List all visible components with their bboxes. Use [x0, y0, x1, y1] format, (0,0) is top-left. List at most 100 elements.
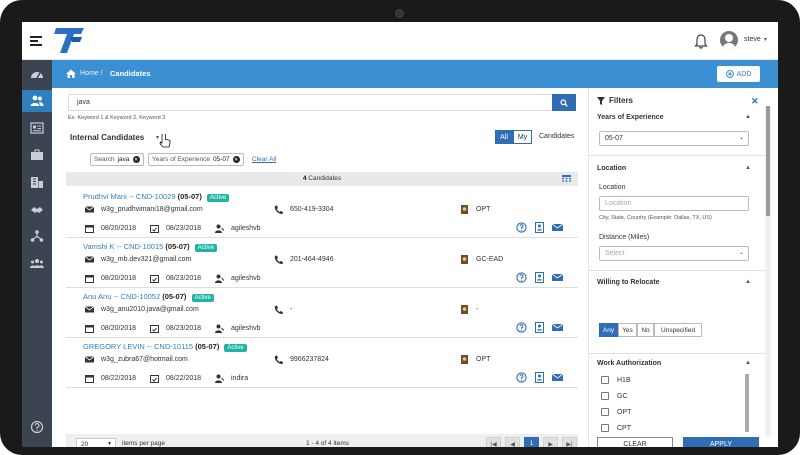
work-auth-option[interactable]: H1B	[601, 375, 631, 385]
checkbox[interactable]	[601, 392, 609, 400]
home-icon[interactable]	[66, 69, 76, 78]
email-action-icon[interactable]	[552, 322, 563, 333]
user-name[interactable]: steve	[744, 36, 761, 43]
work-auth-option[interactable]: CPT	[601, 423, 631, 433]
last-page-button[interactable]: ▶|	[562, 437, 577, 447]
divider	[589, 353, 765, 354]
add-candidate-button[interactable]: ADD	[717, 66, 760, 82]
resume-icon[interactable]	[534, 222, 545, 233]
experience-select[interactable]: 05-07 ⌄	[599, 131, 749, 146]
resume-icon[interactable]	[534, 272, 545, 283]
close-filters-icon[interactable]: ✕	[751, 96, 759, 107]
dashboard-icon[interactable]	[22, 64, 52, 86]
work-auth-scrollbar[interactable]	[745, 374, 749, 432]
filter-my-button[interactable]: My	[513, 130, 532, 144]
candidate-name-link[interactable]: Prudhvi Mani -- CND-10029	[83, 192, 176, 201]
first-page-button[interactable]: |◀	[486, 437, 501, 447]
relocate-any-button[interactable]: Any	[599, 323, 618, 337]
checkbox[interactable]	[601, 376, 609, 384]
chevron-up-icon[interactable]: ▲	[745, 360, 751, 366]
internal-candidates-title[interactable]: Internal Candidates	[70, 133, 144, 142]
work-auth-option[interactable]: OPT	[601, 407, 631, 417]
user-owner-icon	[215, 324, 224, 333]
work-auth-label: GC	[617, 392, 628, 400]
scrollbar-thumb[interactable]	[766, 106, 770, 216]
resume-icon[interactable]	[534, 322, 545, 333]
question-circle-icon[interactable]	[516, 322, 527, 333]
candidate-name-link[interactable]: GREGORY LEVIN -- CND-10115	[83, 342, 193, 351]
users-icon[interactable]	[22, 90, 52, 112]
phone-icon	[274, 355, 283, 364]
columns-icon[interactable]	[562, 175, 571, 183]
email-action-icon[interactable]	[552, 372, 563, 383]
work-auth-option[interactable]: GC	[601, 391, 628, 401]
chevron-up-icon[interactable]: ▲	[745, 165, 751, 171]
owner-name: agileshvb	[231, 275, 261, 282]
relocate-no-button[interactable]: No	[637, 323, 654, 337]
id-card-icon[interactable]	[22, 117, 52, 139]
remove-chip-icon[interactable]: ✕	[232, 156, 240, 163]
handshake-icon[interactable]	[22, 198, 52, 220]
app-logo[interactable]	[54, 25, 88, 55]
clear-all-link[interactable]: Clear All	[252, 156, 276, 163]
breadcrumb-home-link[interactable]: Home /	[80, 70, 103, 77]
candidate-experience: (05-07)	[195, 342, 220, 351]
candidate-name-link[interactable]: Anu Anu -- CND-10052	[83, 292, 160, 301]
candidate-name-line: Anu Anu -- CND-10052 (05-07) Active	[83, 292, 214, 302]
next-page-button[interactable]: ▶	[543, 437, 558, 447]
calendar-check-icon	[150, 225, 159, 233]
candidate-visa: GC-EAD	[476, 256, 504, 263]
building-icon[interactable]	[22, 171, 52, 193]
hierarchy-icon[interactable]	[22, 225, 52, 247]
candidate-name-link[interactable]: Vamshi K -- CND-10015	[83, 242, 163, 251]
question-circle-icon[interactable]	[516, 272, 527, 283]
question-circle-icon[interactable]	[516, 372, 527, 383]
calendar-icon	[85, 375, 94, 383]
apply-filters-button[interactable]: APPLY	[683, 437, 759, 447]
search-button[interactable]	[552, 94, 576, 111]
resume-icon[interactable]	[534, 372, 545, 383]
location-hint: City, State, Country (Example: Dallas, T…	[599, 215, 712, 221]
candidate-email: w3g_mb.dev321@gmail.com	[101, 256, 192, 263]
search-input[interactable]: java	[68, 94, 552, 111]
items-per-page-select[interactable]: 20 ▼	[76, 438, 116, 447]
prev-page-button[interactable]: ◀	[505, 437, 520, 447]
help-icon[interactable]	[22, 416, 52, 438]
briefcase-icon[interactable]	[22, 144, 52, 166]
candidate-visa: OPT	[476, 356, 491, 363]
hamburger-menu-icon[interactable]	[30, 36, 42, 46]
clear-filters-button[interactable]: CLEAR	[597, 437, 673, 447]
bell-icon[interactable]	[694, 33, 708, 49]
checkbox[interactable]	[601, 424, 609, 432]
candidate-visa: OPT	[476, 206, 491, 213]
current-page-button[interactable]: 1	[524, 437, 539, 447]
question-circle-icon[interactable]	[516, 222, 527, 233]
filter-all-button[interactable]: All	[495, 130, 513, 144]
email-action-icon[interactable]	[552, 272, 563, 283]
owner-name: indira	[231, 375, 249, 382]
status-badge: Active	[224, 344, 247, 352]
group-icon[interactable]	[22, 252, 52, 274]
email-action-icon[interactable]	[552, 222, 563, 233]
chevron-up-icon[interactable]: ▲	[745, 279, 751, 285]
envelope-icon	[85, 256, 94, 263]
passport-icon	[461, 255, 468, 264]
distance-select[interactable]: Select ⌄	[599, 246, 749, 261]
experience-heading[interactable]: Years of Experience	[597, 114, 664, 121]
remove-chip-icon[interactable]: ✕	[132, 156, 140, 163]
chip-value: java	[117, 156, 130, 163]
items-per-page-label: items per page	[122, 440, 165, 447]
user-menu-caret-icon[interactable]: ▾	[764, 36, 767, 43]
status-badge: Active	[206, 194, 230, 202]
relocate-yes-button[interactable]: Yes	[618, 323, 637, 337]
location-input[interactable]: Location	[599, 196, 749, 211]
relocate-unspecified-button[interactable]: Unspecified	[654, 323, 702, 337]
location-heading[interactable]: Location	[597, 165, 626, 172]
candidate-card: Prudhvi Mani -- CND-10029 (05-07) Active…	[66, 188, 578, 238]
filters-scrollbar[interactable]	[765, 106, 771, 436]
relocate-heading[interactable]: Willing to Relocate	[597, 279, 660, 286]
chevron-up-icon[interactable]: ▲	[745, 114, 751, 120]
checkbox[interactable]	[601, 408, 609, 416]
work-authorization-heading[interactable]: Work Authorization	[597, 360, 661, 367]
user-avatar[interactable]	[720, 31, 738, 49]
